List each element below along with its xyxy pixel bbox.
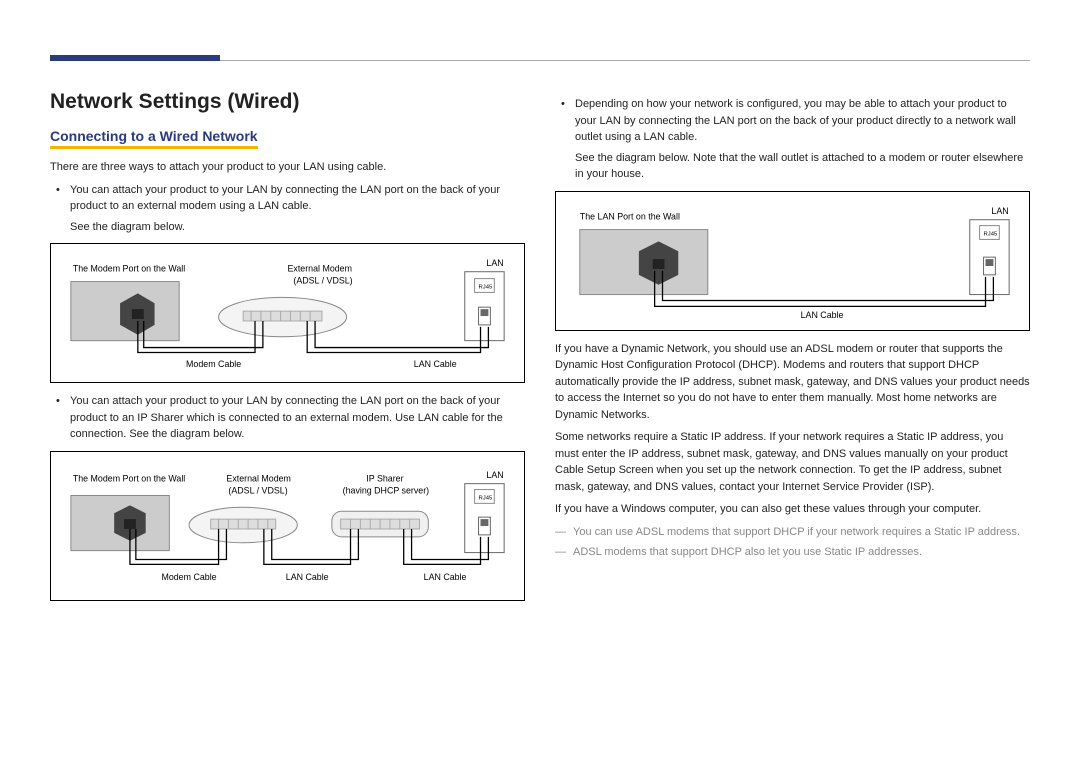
lan-cable-label-2a: LAN Cable xyxy=(286,572,329,582)
note-1: You can use ADSL modems that support DHC… xyxy=(555,524,1030,541)
page-title: Network Settings (Wired) xyxy=(50,90,525,114)
diagram-1: The Modem Port on the Wall External Mode… xyxy=(50,243,525,383)
diagram-1-svg: The Modem Port on the Wall External Mode… xyxy=(61,254,514,372)
lan-label: LAN xyxy=(486,258,503,268)
method-3: Depending on how your network is configu… xyxy=(575,96,1030,146)
wall-label-3: The LAN Port on the Wall xyxy=(580,211,680,221)
method-1: You can attach your product to your LAN … xyxy=(70,182,525,215)
sharer-label: IP Sharer xyxy=(366,473,403,483)
modem-label-2: External Modem xyxy=(226,473,291,483)
right-column: Depending on how your network is configu… xyxy=(555,90,1030,611)
method-list: You can attach your product to your LAN … xyxy=(50,182,525,215)
lan-cable-label-3: LAN Cable xyxy=(801,310,844,320)
rj45-label-2: RJ45 xyxy=(479,495,493,501)
windows-paragraph: If you have a Windows computer, you can … xyxy=(555,501,1030,518)
method-list-3: Depending on how your network is configu… xyxy=(555,96,1030,146)
method-2: You can attach your product to your LAN … xyxy=(70,393,525,443)
section-heading: Connecting to a Wired Network xyxy=(50,128,258,149)
wall-label-2: The Modem Port on the Wall xyxy=(73,473,185,483)
modem-sublabel-2: (ADSL / VDSL) xyxy=(228,485,287,495)
rj45-label: RJ45 xyxy=(479,284,493,290)
sharer-sublabel: (having DHCP server) xyxy=(343,485,430,495)
static-paragraph: Some networks require a Static IP addres… xyxy=(555,429,1030,495)
note-2: ADSL modems that support DHCP also let y… xyxy=(555,544,1030,561)
wall-label: The Modem Port on the Wall xyxy=(73,264,185,274)
diagram-2-svg: The Modem Port on the Wall External Mode… xyxy=(61,462,514,590)
lan-label-3: LAN xyxy=(991,205,1008,215)
rj45-label-3: RJ45 xyxy=(984,231,998,237)
modem-sublabel: (ADSL / VDSL) xyxy=(293,276,352,286)
modem-label: External Modem xyxy=(288,264,353,274)
page-content: Network Settings (Wired) Connecting to a… xyxy=(50,90,1030,611)
method-list-2: You can attach your product to your LAN … xyxy=(50,393,525,443)
right-bullet-note: See the diagram below. Note that the wal… xyxy=(575,150,1030,183)
left-column: Network Settings (Wired) Connecting to a… xyxy=(50,90,525,611)
intro-text: There are three ways to attach your prod… xyxy=(50,159,525,176)
lan-label-2: LAN xyxy=(486,469,503,479)
modem-cable-label: Modem Cable xyxy=(186,359,241,369)
dhcp-paragraph: If you have a Dynamic Network, you shoul… xyxy=(555,341,1030,424)
lan-cable-label-2b: LAN Cable xyxy=(424,572,467,582)
modem-cable-label-2: Modem Cable xyxy=(161,572,216,582)
diagram-3: The LAN Port on the Wall LAN RJ45 LAN Ca… xyxy=(555,191,1030,331)
lan-cable-label: LAN Cable xyxy=(414,359,457,369)
diagram-3-svg: The LAN Port on the Wall LAN RJ45 LAN Ca… xyxy=(566,202,1019,320)
header-rule xyxy=(50,60,1030,70)
see-diagram-1: See the diagram below. xyxy=(70,219,525,236)
diagram-2: The Modem Port on the Wall External Mode… xyxy=(50,451,525,601)
